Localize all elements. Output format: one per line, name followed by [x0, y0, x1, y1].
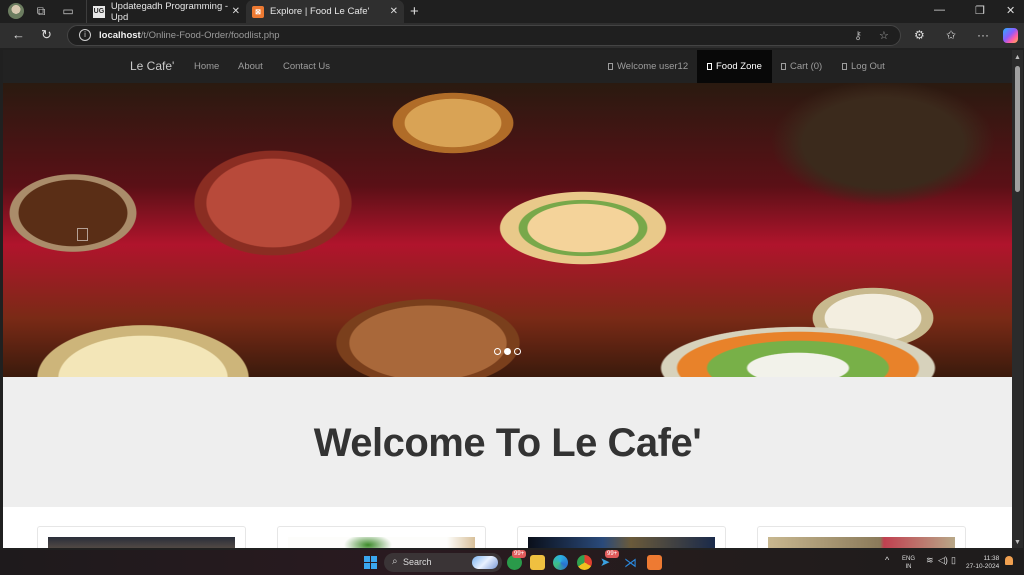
brand-logo[interactable]: Le Cafe' [130, 59, 174, 73]
logout-icon [842, 63, 847, 70]
workspaces-icon[interactable]: ⧉ [33, 3, 49, 19]
close-window-icon[interactable]: ✕ [1006, 4, 1015, 17]
page-viewport: Le Cafe' Home About Contact Us Welcome u… [3, 50, 1012, 548]
updategadh-favicon-icon: UG [93, 5, 105, 18]
close-tab-icon[interactable]: ✕ [232, 6, 240, 17]
browser-toolbar: ← ↻ i localhost/t/Online-Food-Order/food… [0, 23, 1024, 48]
tab-title: Updategadh Programming - Upd [110, 0, 229, 23]
clock[interactable]: 11:38 27-10-2024 [966, 555, 999, 571]
nav-food-zone[interactable]: Food Zone [697, 50, 772, 83]
wifi-icon[interactable]: ≋ [926, 555, 934, 566]
file-explorer-icon[interactable] [530, 555, 545, 570]
welcome-jumbotron: Welcome To Le Cafe' [3, 377, 1012, 507]
windows-start-icon[interactable] [364, 556, 377, 569]
nav-welcome-user[interactable]: Welcome user12 [598, 50, 698, 83]
telegram-badge: 99+ [605, 550, 620, 558]
food-icon [707, 63, 712, 70]
chrome-icon[interactable] [577, 555, 592, 570]
password-key-icon[interactable]: ⚷ [854, 29, 862, 42]
volume-icon[interactable]: ◁) [938, 555, 948, 566]
page-scrollbar[interactable]: ▲ ▼ [1012, 50, 1023, 548]
refresh-icon[interactable]: ↻ [41, 27, 52, 43]
restore-icon[interactable]: ❐ [975, 4, 985, 17]
taskbar-search[interactable]: ⌕ Search [384, 553, 502, 572]
tab-updategadh[interactable]: UG Updategadh Programming - Upd ✕ [86, 0, 246, 23]
food-image [528, 537, 715, 548]
carousel-dot-3[interactable] [514, 348, 521, 355]
carousel-prev-icon[interactable] [77, 228, 88, 241]
vscode-icon[interactable]: ⋊ [624, 555, 639, 570]
welcome-heading: Welcome To Le Cafe' [313, 421, 702, 465]
xampp-icon[interactable] [647, 555, 662, 570]
nav-home[interactable]: Home [194, 61, 219, 72]
close-tab-icon[interactable]: ✕ [390, 6, 398, 17]
food-image [48, 537, 235, 548]
minimize-icon[interactable]: — [934, 4, 945, 16]
nav-contact-us[interactable]: Contact Us [283, 61, 330, 72]
new-tab-button[interactable]: + [410, 3, 419, 20]
battery-icon[interactable]: ▯ [951, 555, 956, 566]
food-image [288, 537, 475, 548]
scroll-down-icon[interactable]: ▼ [1014, 539, 1021, 546]
food-card[interactable] [757, 526, 966, 548]
cart-icon [781, 63, 786, 70]
windows-taskbar: ⌕ Search 99+ ➤ 99+ ⋊ ^ ENG IN ≋ ◁) ▯ 11:3… [0, 550, 1024, 575]
whatsapp-badge: 99+ [512, 550, 527, 558]
show-hidden-icons-icon[interactable]: ^ [885, 555, 889, 565]
back-arrow-icon[interactable]: ← [12, 27, 25, 42]
food-card[interactable] [517, 526, 726, 548]
tab-title: Explore | Food Le Cafe' [270, 6, 370, 17]
site-navbar: Le Cafe' Home About Contact Us Welcome u… [3, 50, 1012, 83]
notification-bell-icon[interactable] [1005, 556, 1013, 565]
search-icon: ⌕ [392, 556, 398, 567]
scrollbar-thumb[interactable] [1015, 66, 1020, 192]
user-icon [608, 63, 613, 70]
carousel-indicators [494, 348, 521, 355]
copilot-icon[interactable] [1003, 28, 1018, 43]
extensions-icon[interactable]: ⚙ [914, 28, 925, 42]
search-label: Search [403, 557, 432, 567]
browser-tab-bar: ⧉ ▭ UG Updategadh Programming - Upd ✕ ⊠ … [0, 0, 1024, 23]
url-text[interactable]: localhost/t/Online-Food-Order/foodlist.p… [99, 30, 280, 41]
search-highlight-icon [472, 556, 498, 569]
language-indicator[interactable]: ENG IN [902, 555, 915, 571]
nav-log-out[interactable]: Log Out [832, 50, 895, 83]
favorite-star-icon[interactable]: ☆ [879, 29, 889, 42]
hero-carousel [3, 83, 1012, 377]
carousel-dot-1[interactable] [494, 348, 501, 355]
nav-cart[interactable]: Cart (0) [771, 50, 832, 83]
tab-explore-food-le-cafe[interactable]: ⊠ Explore | Food Le Cafe' ✕ [246, 0, 404, 23]
tab-actions-icon[interactable]: ▭ [60, 3, 76, 19]
food-card[interactable] [277, 526, 486, 548]
favorites-list-icon[interactable]: ✩ [946, 28, 956, 42]
xampp-favicon-icon: ⊠ [252, 5, 264, 18]
food-card[interactable] [37, 526, 246, 548]
site-info-icon[interactable]: i [79, 29, 91, 41]
nav-about[interactable]: About [238, 61, 263, 72]
edge-icon[interactable] [553, 555, 568, 570]
address-bar[interactable]: i localhost/t/Online-Food-Order/foodlist… [67, 25, 901, 46]
more-menu-icon[interactable]: ··· [977, 28, 989, 42]
carousel-dot-2[interactable] [504, 348, 511, 355]
whatsapp-icon[interactable]: 99+ [507, 550, 527, 570]
profile-avatar-icon[interactable] [8, 3, 24, 19]
telegram-icon[interactable]: ➤ 99+ [600, 550, 620, 570]
food-image [768, 537, 955, 548]
scroll-up-icon[interactable]: ▲ [1014, 54, 1021, 61]
